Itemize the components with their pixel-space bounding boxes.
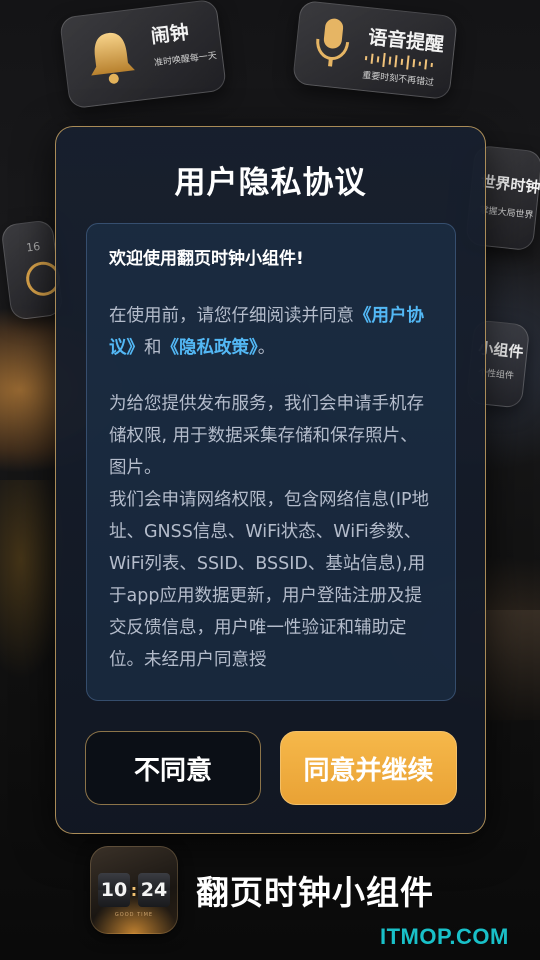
intro-and: 和: [144, 338, 162, 358]
app-name: 翻页时钟小组件: [196, 873, 434, 912]
intro-suffix: 。: [257, 338, 276, 358]
app-logo: 10 : 24 GOOD TIME: [90, 846, 178, 934]
counter-badge: 16: [25, 239, 41, 255]
agree-continue-button[interactable]: 同意并继续: [280, 731, 457, 805]
site-watermark: ITMOP.COM: [380, 924, 509, 949]
logo-colon: :: [130, 880, 138, 900]
alarm-subtitle: 准时唤醒每一天: [153, 51, 218, 69]
network-permission-paragraph: 我们会申请网络权限，包含网络信息(IP地址、GNSS信息、WiFi状态、WiFi…: [109, 490, 430, 670]
logo-caption: GOOD TIME: [114, 912, 154, 918]
disagree-button[interactable]: 不同意: [85, 731, 261, 805]
storage-permission-paragraph: 为给您提供发布服务，我们会申请手机存储权限, 用于数据采集存储和保存照片、图片。: [109, 394, 424, 478]
privacy-policy-link[interactable]: 《隐私政策》: [162, 338, 258, 358]
alarm-tile: 闹钟 准时唤醒每一天: [58, 0, 228, 110]
bell-icon: [91, 33, 135, 84]
flip-clock-digits: 10 : 24: [98, 872, 170, 908]
world-clock-subtitle: 掌握大局世界: [479, 205, 534, 222]
welcome-text: 欢迎使用翻页时钟小组件!: [109, 249, 304, 269]
logo-minute: 24: [138, 873, 170, 907]
intro-prefix: 在使用前，请您仔细阅读并同意: [109, 306, 354, 326]
world-clock-title: 世界时钟: [479, 172, 540, 197]
dialog-title: 用户隐私协议: [174, 165, 367, 201]
agreement-scroll-area[interactable]: 欢迎使用翻页时钟小组件! 在使用前，请您仔细阅读并同意《用户协议》和《隐私政策》…: [86, 223, 456, 701]
alarm-title: 闹钟: [149, 21, 191, 48]
logo-hour: 10: [98, 873, 130, 907]
intro-paragraph: 在使用前，请您仔细阅读并同意《用户协议》和《隐私政策》。: [109, 300, 433, 364]
voice-reminder-tile: 语音提醒 重要时刻不再错过: [292, 0, 458, 101]
privacy-dialog: 用户隐私协议 欢迎使用翻页时钟小组件! 在使用前，请您仔细阅读并同意《用户协议》…: [55, 126, 486, 834]
microphone-icon: [316, 18, 350, 67]
